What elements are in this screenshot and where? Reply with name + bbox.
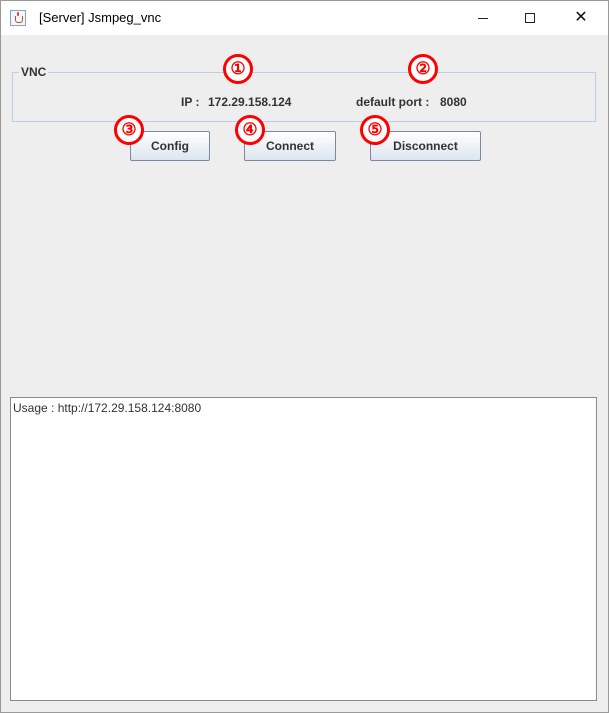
- annotation-badge-3: ③: [114, 115, 144, 145]
- minimize-button[interactable]: [460, 1, 506, 35]
- title-bar[interactable]: [Server] Jsmpeg_vnc ✕: [1, 1, 608, 35]
- vnc-group-box: VNC: [12, 65, 596, 122]
- default-port-label: default port :: [356, 95, 430, 109]
- java-cup-icon: [10, 10, 26, 26]
- annotation-badge-4: ④: [235, 115, 265, 145]
- ip-label: IP :: [181, 95, 200, 109]
- content-pane: VNC IP : 172.29.158.124 default port : 8…: [2, 36, 607, 711]
- ip-value: 172.29.158.124: [208, 95, 292, 109]
- close-button[interactable]: ✕: [558, 1, 604, 35]
- annotation-badge-1: ①: [223, 54, 253, 84]
- minimize-icon: [478, 17, 488, 19]
- window-title: [Server] Jsmpeg_vnc: [39, 10, 162, 25]
- close-icon: ✕: [574, 9, 588, 26]
- output-text-area[interactable]: Usage : http://172.29.158.124:8080: [10, 397, 597, 701]
- vnc-group-legend: VNC: [19, 65, 49, 79]
- default-port-value: 8080: [440, 95, 467, 109]
- annotation-badge-5: ⑤: [360, 115, 390, 145]
- maximize-icon: [525, 13, 535, 23]
- annotation-badge-2: ②: [408, 54, 438, 84]
- maximize-button[interactable]: [507, 1, 553, 35]
- app-window: [Server] Jsmpeg_vnc ✕ VNC IP : 172.29.15…: [0, 0, 609, 713]
